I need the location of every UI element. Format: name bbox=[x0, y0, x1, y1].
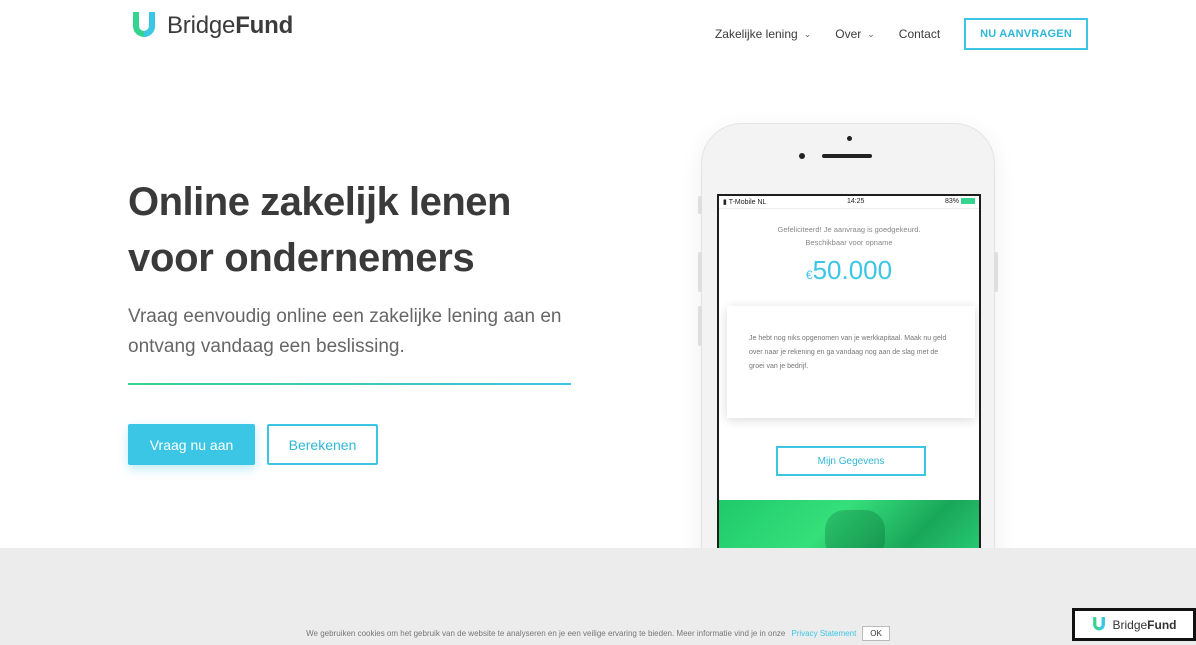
info-card: Je hebt nog niks opgenomen van je werkka… bbox=[727, 306, 975, 418]
chevron-down-icon: ⌄ bbox=[803, 28, 812, 39]
battery-label: 83% bbox=[945, 198, 975, 206]
cookie-ok-button[interactable]: OK bbox=[862, 626, 890, 641]
nav-label: Over bbox=[835, 27, 862, 41]
privacy-statement-link[interactable]: Privacy Statement bbox=[791, 629, 856, 638]
nu-aanvragen-button[interactable]: NU AANVRAGEN bbox=[964, 18, 1088, 50]
chevron-down-icon: ⌄ bbox=[867, 28, 875, 39]
nav-contact[interactable]: Contact bbox=[899, 27, 940, 41]
phone-status-bar: ▮ T-Mobile NL 14:25 83% bbox=[719, 196, 979, 209]
bridgefund-logo-icon bbox=[1093, 617, 1106, 631]
bridgefund-chat-badge[interactable]: BridgeFund bbox=[1072, 608, 1196, 641]
hero-title: Online zakelijk lenen bbox=[128, 180, 511, 224]
phone-screen: ▮ T-Mobile NL 14:25 83% Gefeliciteerd! J… bbox=[717, 194, 981, 564]
nav-over[interactable]: Over ⌄ bbox=[835, 27, 875, 41]
bridgefund-logo-icon bbox=[129, 10, 159, 42]
nav-zakelijke-lening[interactable]: Zakelijke lening ⌄ bbox=[715, 27, 811, 41]
nav-label: Zakelijke lening bbox=[714, 27, 798, 41]
logo-text: BridgeFund bbox=[167, 12, 294, 39]
mijn-gegevens-button[interactable]: Mijn Gegevens bbox=[776, 446, 926, 476]
phone-side-button bbox=[698, 306, 702, 346]
bridgefund-logo[interactable]: BridgeFund bbox=[129, 10, 293, 42]
approval-message: Gefeliciteerd! Je aanvraag is goedgekeur… bbox=[777, 225, 921, 247]
site-header: BridgeFund Zakelijke lening ⌄ Over ⌄ Con… bbox=[0, 0, 1196, 72]
clock: 14:25 bbox=[846, 198, 865, 205]
nav-label: Contact bbox=[898, 27, 941, 41]
main-nav: Zakelijke lening ⌄ Over ⌄ Contact NU AAN… bbox=[715, 18, 1088, 50]
battery-icon bbox=[961, 198, 975, 205]
phone-camera bbox=[847, 136, 852, 141]
gradient-divider bbox=[128, 383, 571, 385]
phone-mockup: ▮ T-Mobile NL 14:25 83% Gefeliciteerd! J… bbox=[698, 124, 998, 564]
carrier-label: ▮ T-Mobile NL bbox=[723, 199, 767, 206]
vraag-nu-aan-button[interactable]: Vraag nu aan bbox=[128, 424, 255, 465]
available-amount: €50.000 bbox=[805, 255, 893, 285]
signal-icon: ▮ bbox=[723, 199, 727, 206]
phone-speaker bbox=[822, 154, 872, 158]
hero-description: Vraag eenvoudig online een zakelijke len… bbox=[128, 306, 562, 357]
badge-text: BridgeFund bbox=[1112, 617, 1177, 632]
phone-side-button bbox=[698, 252, 702, 292]
cookie-bar: We gebruiken cookies om het gebruik van … bbox=[0, 626, 1196, 641]
phone-side-button bbox=[698, 196, 702, 214]
hero-subtitle: voor ondernemers bbox=[128, 236, 475, 280]
phone-sensor bbox=[799, 153, 805, 159]
cookie-text: We gebruiken cookies om het gebruik van … bbox=[306, 629, 786, 638]
phone-side-button bbox=[994, 252, 998, 292]
berekenen-button[interactable]: Berekenen bbox=[267, 424, 378, 465]
